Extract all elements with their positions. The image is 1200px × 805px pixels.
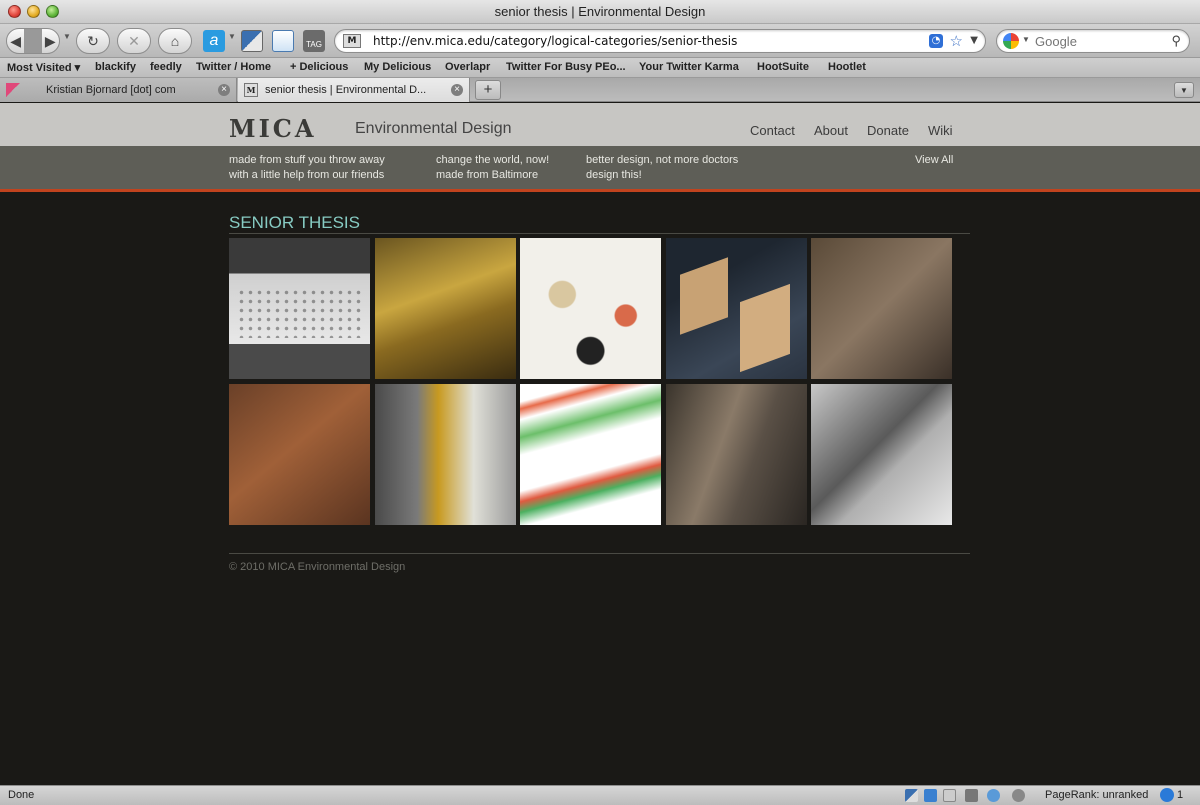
- back-forward-buttons[interactable]: ◀ ▶: [6, 28, 60, 54]
- site-header: MICA Environmental Design Contact About …: [0, 103, 1200, 146]
- window-title: senior thesis | Environmental Design: [494, 4, 706, 19]
- divider: [229, 553, 970, 554]
- bookmark-feedly[interactable]: feedly: [150, 61, 182, 73]
- stop-button[interactable]: ✕: [117, 28, 151, 54]
- thumbnail-grayscale-pixel-map[interactable]: [811, 384, 952, 525]
- tab-close-icon[interactable]: ×: [451, 84, 463, 96]
- bookmark-twitter-home[interactable]: Twitter / Home: [196, 61, 271, 73]
- status-bar: Done PageRank: unranked 1: [0, 785, 1200, 805]
- location-status-icon[interactable]: [987, 789, 1000, 802]
- new-tab-button[interactable]: +: [475, 80, 501, 100]
- tab-favicon-icon: M: [244, 83, 258, 97]
- reload-icon: ↻: [87, 32, 99, 49]
- mica-logo[interactable]: MICA: [229, 114, 317, 143]
- thumbnail-city-relief-model[interactable]: [811, 238, 952, 379]
- tag-link[interactable]: made from stuff you throw away: [229, 154, 385, 166]
- zoom-window-button[interactable]: [46, 5, 59, 18]
- nav-wiki[interactable]: Wiki: [928, 123, 953, 138]
- url-text[interactable]: http://env.mica.edu/category/logical-cat…: [373, 30, 737, 52]
- home-icon: ⌂: [170, 33, 180, 49]
- list-all-tabs-button[interactable]: ▼: [1174, 82, 1194, 98]
- search-icon[interactable]: ⚲: [1171, 33, 1181, 49]
- screenshot-addon-icon[interactable]: [241, 30, 263, 52]
- view-all-link[interactable]: View All: [915, 154, 953, 166]
- url-dropdown-icon[interactable]: ▼: [970, 30, 978, 52]
- screenshot-status-icon[interactable]: [905, 789, 918, 802]
- copyright-text: © 2010 MICA Environmental Design: [229, 561, 406, 573]
- tag-link[interactable]: change the world, now!: [436, 154, 549, 166]
- nav-donate[interactable]: Donate: [867, 123, 909, 138]
- tag-bar: made from stuff you throw away with a li…: [0, 146, 1200, 192]
- search-input[interactable]: [1035, 33, 1165, 49]
- plus-icon: +: [483, 81, 493, 98]
- tab-close-icon[interactable]: ×: [218, 84, 230, 96]
- thumbnail-perforated-white-box[interactable]: [229, 238, 370, 379]
- divider: [229, 233, 970, 234]
- bookmark-star-icon[interactable]: ☆: [950, 30, 963, 52]
- thumbnail-clay-specimens[interactable]: [520, 238, 661, 379]
- tab-list-icon: ▼: [1180, 86, 1188, 95]
- reload-button[interactable]: ↻: [76, 28, 110, 54]
- site-favicon-icon: M: [343, 34, 361, 48]
- addon-a-icon[interactable]: a: [203, 30, 225, 52]
- tag-addon-label: TAG: [306, 40, 322, 49]
- thumbnail-layered-plaster-relief[interactable]: [666, 384, 807, 525]
- at-sign-icon[interactable]: [1012, 789, 1025, 802]
- tag-link[interactable]: design this!: [586, 169, 642, 181]
- search-bar: ▼ ⚲: [996, 29, 1190, 53]
- bookmark-most-visited[interactable]: Most Visited ▾: [7, 61, 80, 74]
- thumbnail-grid: [229, 238, 953, 525]
- bookmarks-toolbar: Most Visited ▾ blackify feedly Twitter /…: [0, 58, 1200, 78]
- thumbnail-carved-wood-cube[interactable]: [229, 384, 370, 525]
- url-bar[interactable]: M http://env.mica.edu/category/logical-c…: [334, 29, 986, 53]
- notification-badge-icon[interactable]: [1160, 788, 1174, 802]
- mail-status-icon[interactable]: [943, 789, 956, 802]
- tag-link[interactable]: with a little help from our friends: [229, 169, 384, 181]
- search-engine-dropdown-icon[interactable]: ▼: [1022, 35, 1030, 44]
- thumbnail-gold-folded-model[interactable]: [375, 238, 516, 379]
- bookmark-hootlet[interactable]: Hootlet: [828, 61, 866, 73]
- tag-link[interactable]: better design, not more doctors: [586, 154, 738, 166]
- status-text: Done: [8, 789, 35, 801]
- nav-contact[interactable]: Contact: [750, 123, 795, 138]
- thumbnail-painted-block-figures[interactable]: [375, 384, 516, 525]
- nav-about[interactable]: About: [814, 123, 848, 138]
- thumbnail-wood-acrylic-blocks[interactable]: [666, 238, 807, 379]
- tag-addon-icon[interactable]: TAG: [303, 30, 325, 52]
- bookmark-hootsuite[interactable]: HootSuite: [757, 61, 809, 73]
- tab-label: Kristian Bjornard [dot] com: [46, 84, 176, 96]
- minimize-window-button[interactable]: [27, 5, 40, 18]
- gear-status-icon[interactable]: [965, 789, 978, 802]
- navigation-toolbar: ◀ ▶ ▼ ↻ ✕ ⌂ a ▼ TAG M http://env.mica.ed…: [0, 24, 1200, 58]
- tab-kristian-bjornard[interactable]: Kristian Bjornard [dot] com ×: [0, 78, 237, 102]
- tag-link[interactable]: made from Baltimore: [436, 169, 538, 181]
- tab-senior-thesis[interactable]: M senior thesis | Environmental D... ×: [238, 78, 470, 102]
- bookmark-my-delicious[interactable]: My Delicious: [364, 61, 431, 73]
- close-window-button[interactable]: [8, 5, 21, 18]
- thumbnail-colored-line-drawing[interactable]: [520, 384, 661, 525]
- rss-feed-icon[interactable]: ◔: [929, 34, 943, 48]
- site-subtitle[interactable]: Environmental Design: [355, 120, 512, 138]
- history-dropdown-icon[interactable]: ▼: [63, 32, 71, 41]
- bookmark-twitter-karma[interactable]: Your Twitter Karma: [639, 61, 739, 73]
- bookmark-twitter-busy-people[interactable]: Twitter For Busy PEo...: [506, 61, 626, 73]
- bookmark-add-delicious[interactable]: + Delicious: [290, 61, 348, 73]
- tab-label: senior thesis | Environmental D...: [265, 84, 427, 96]
- addon-dropdown-icon[interactable]: ▼: [228, 32, 236, 41]
- bookmark-addon-icon[interactable]: [272, 30, 294, 52]
- forward-arrow-icon[interactable]: ▶: [42, 33, 59, 50]
- tab-strip: Kristian Bjornard [dot] com × M senior t…: [0, 78, 1200, 102]
- sync-status-icon[interactable]: [924, 789, 937, 802]
- notification-count: 1: [1177, 789, 1184, 801]
- back-arrow-icon[interactable]: ◀: [7, 33, 24, 50]
- bookmark-overlapr[interactable]: Overlapr: [445, 61, 490, 73]
- home-button[interactable]: ⌂: [158, 28, 192, 54]
- bookmark-blackify[interactable]: blackify: [95, 61, 136, 73]
- tab-favicon-icon: [6, 83, 20, 97]
- section-title: SENIOR THESIS: [229, 213, 360, 232]
- google-engine-icon[interactable]: [1003, 33, 1019, 49]
- window-titlebar: senior thesis | Environmental Design: [0, 0, 1200, 24]
- stop-icon: ✕: [128, 32, 140, 49]
- pagerank-indicator[interactable]: PageRank: unranked: [1045, 789, 1148, 801]
